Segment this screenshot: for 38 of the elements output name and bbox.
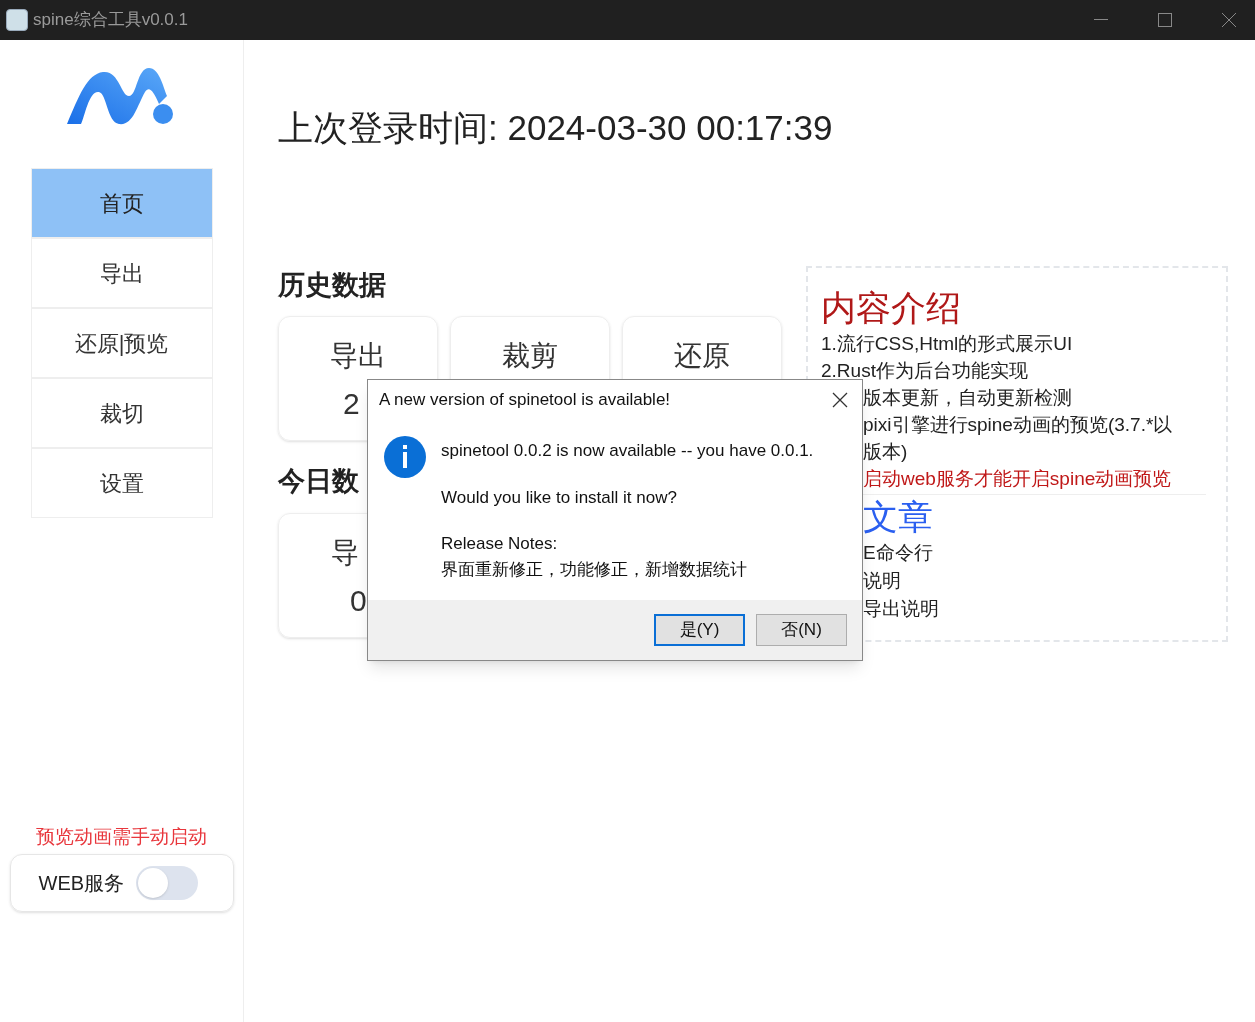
nav-item[interactable]: 导出 (30, 238, 213, 308)
dialog-question: Would you like to install it now? (441, 486, 678, 509)
info-line: 1.流行CSS,Html的形式展示UI (821, 332, 1073, 356)
maximize-icon[interactable] (1158, 13, 1172, 27)
nav-item[interactable]: 裁切 (30, 378, 213, 448)
stat-label: 导出 (329, 338, 387, 373)
stat-value: 0 (350, 583, 367, 619)
nav-item[interactable]: 还原|预览 (30, 308, 213, 378)
notice-text: 预览动画需手动启动 (36, 824, 207, 849)
nav-item[interactable]: 设置 (30, 448, 213, 518)
window-title: spine综合工具v0.0.1 (33, 9, 188, 32)
web-service-toggle[interactable] (136, 866, 199, 900)
dialog-message: spinetool 0.0.2 is now available -- you have 0.0.1. (441, 440, 814, 462)
dialog-title: A new version of spinetool is available! (379, 389, 671, 412)
dialog-button[interactable]: 否(N) (756, 614, 847, 646)
notes-text: 界面重新修正，功能修正，新增数据统计 (441, 558, 748, 581)
web-service-label: WEB服务 (38, 871, 125, 896)
stat-label: 导 (331, 536, 359, 570)
panel-title: 内容介绍 (821, 287, 961, 329)
nav-item[interactable]: 首页 (30, 168, 213, 238)
info-line: 版本更新，自动更新检测 (863, 386, 1072, 410)
stat-label: 还原 (673, 338, 731, 373)
app-icon (6, 9, 28, 31)
info-line: 版本) (863, 440, 908, 464)
notes-title: Release Notes: (441, 533, 559, 555)
stat-label: 裁剪 (501, 338, 559, 373)
close-icon[interactable] (832, 392, 848, 408)
last-login-text: 上次登录时间: 2024-03-30 00:17:39 (278, 107, 833, 149)
section-title: 历史数据 (278, 269, 386, 302)
info-line: 启动web服务才能开启spine动画预览 (863, 467, 1172, 491)
minimize-icon[interactable] (1094, 19, 1108, 21)
panel-title: 文章 (862, 496, 934, 538)
stat-value: 2 (343, 385, 360, 422)
info-line: pixi引擎进行spine动画的预览(3.7.*以 (863, 413, 1173, 437)
info-icon (384, 436, 426, 478)
info-line: 2.Rust作为后台功能实现 (821, 359, 1028, 383)
dialog-button[interactable]: 是(Y) (654, 614, 745, 646)
section-title: 今日数 (278, 464, 359, 498)
